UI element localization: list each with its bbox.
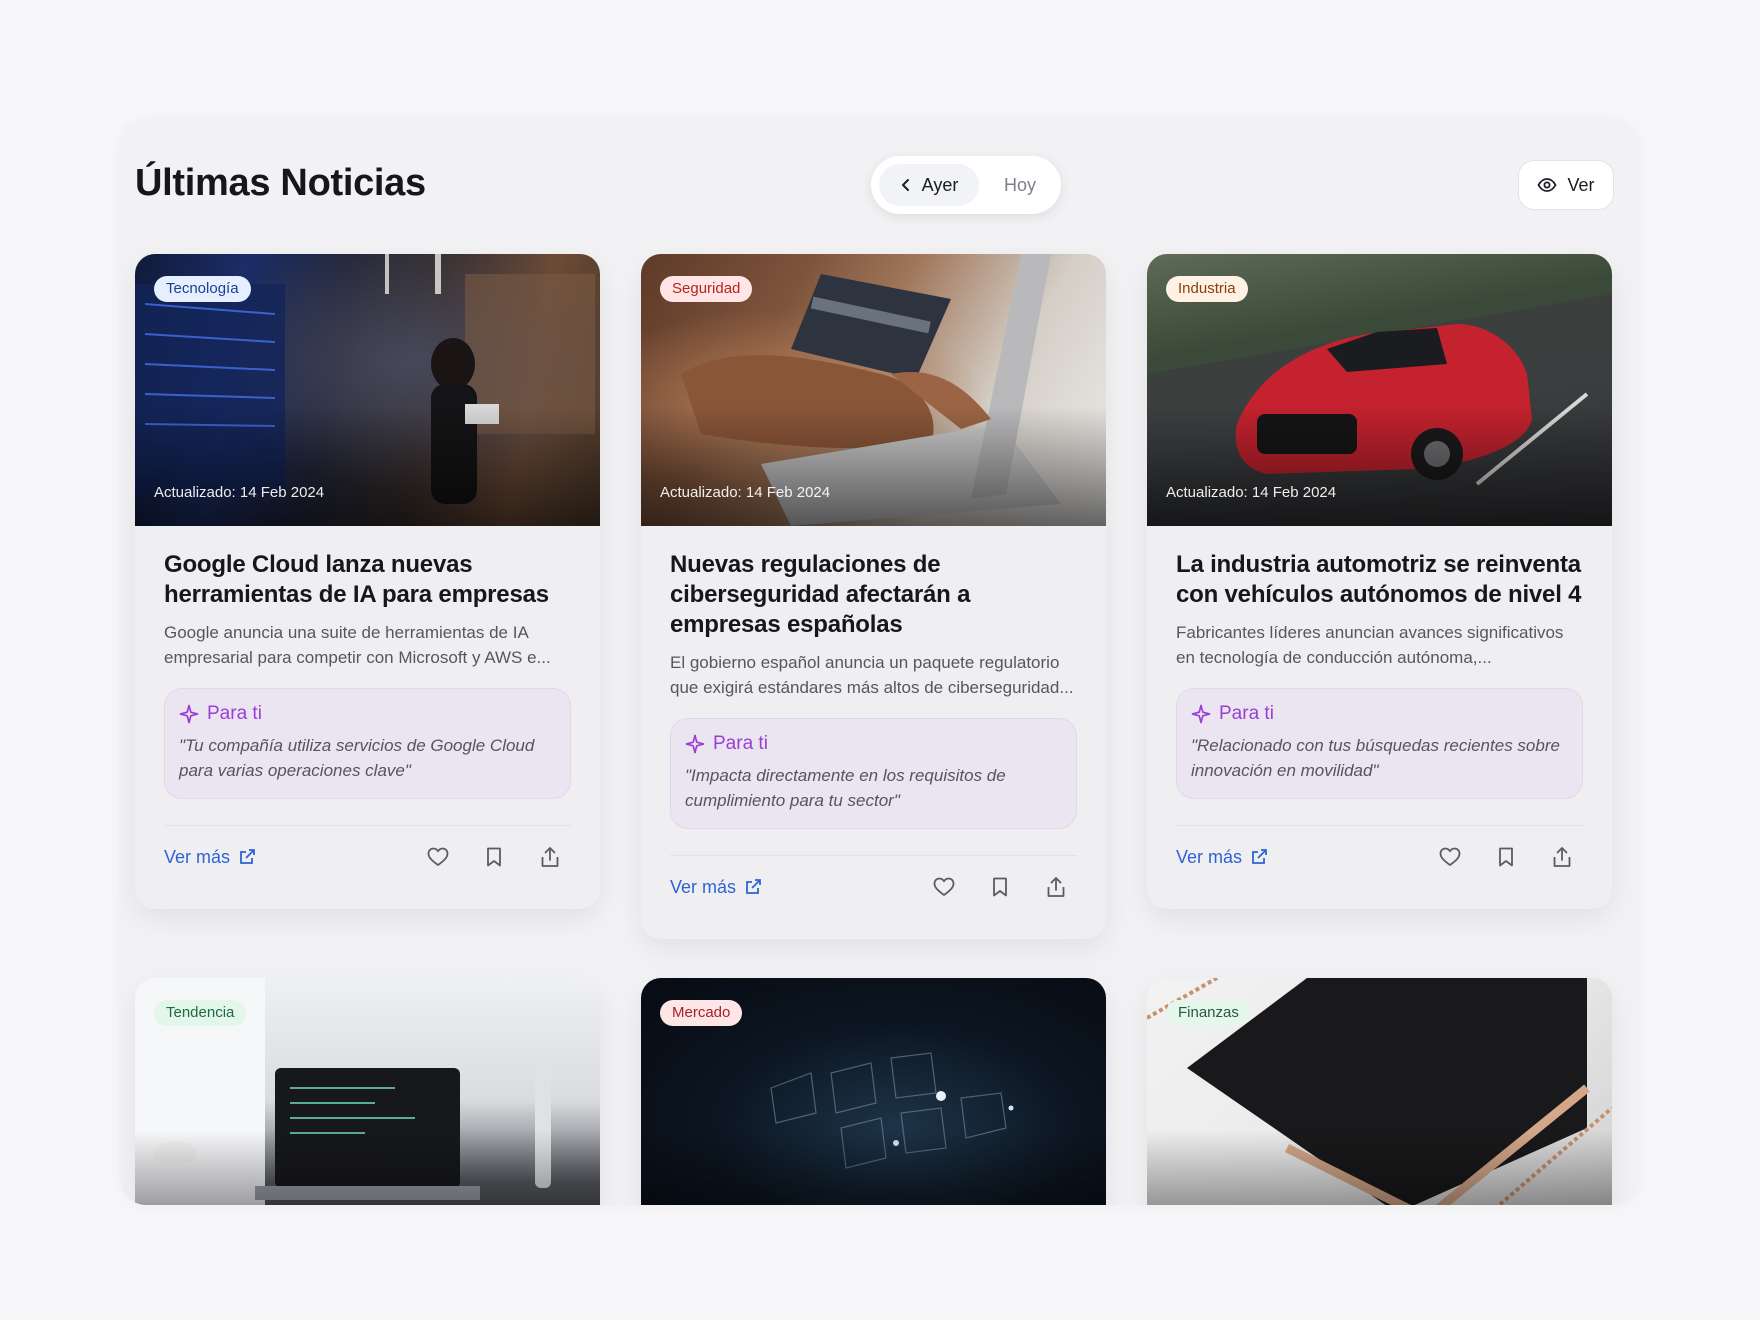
para-ti-label: Para ti	[713, 733, 768, 754]
news-image-network: Mercado	[641, 978, 1106, 1205]
toggle-hoy-button[interactable]: Hoy	[989, 164, 1051, 206]
bookmark-button[interactable]	[985, 872, 1015, 902]
day-toggle: Ayer Hoy	[871, 156, 1061, 214]
share-icon	[541, 847, 559, 867]
updated-date: Actualizado: 14 Feb 2024	[154, 484, 325, 501]
news-description: Fabricantes líderes anuncian avances sig…	[1176, 623, 1564, 667]
news-title: La industria automotriz se reinventa con…	[1176, 551, 1582, 608]
news-card-finanzas: Finanzas	[1147, 978, 1612, 1205]
category-badge: Tendencia	[154, 1000, 247, 1026]
news-image-payment: Seguridad Actualizado: 14 Feb 2024	[641, 254, 1106, 526]
category-badge: Industria	[1166, 276, 1248, 302]
news-title: Nuevas regulaciones de ciberseguridad af…	[670, 551, 971, 638]
page-title: Últimas Noticias	[135, 162, 426, 204]
updated-date: Actualizado: 14 Feb 2024	[660, 484, 831, 501]
ver-mas-link[interactable]: Ver más	[1176, 847, 1268, 868]
share-button[interactable]	[1547, 842, 1577, 872]
para-ti-reason: "Impacta directamente en los requisitos …	[685, 766, 1006, 810]
like-button[interactable]	[929, 872, 959, 902]
para-ti-label: Para ti	[207, 703, 262, 724]
bookmark-icon	[487, 847, 501, 867]
view-button[interactable]: Ver	[1518, 160, 1614, 210]
ver-mas-link[interactable]: Ver más	[164, 847, 256, 868]
news-image-laptop: Tendencia	[135, 978, 600, 1205]
news-card-seguridad: Seguridad Actualizado: 14 Feb 2024 Nueva…	[641, 254, 1106, 939]
para-ti-box: Para ti "Tu compañía utiliza servicios d…	[164, 688, 571, 799]
ver-mas-label: Ver más	[670, 876, 737, 897]
like-button[interactable]	[1435, 842, 1465, 872]
news-card-tendencia: Tendencia	[135, 978, 600, 1205]
external-link-icon	[240, 849, 255, 864]
sparkle-icon	[179, 704, 199, 724]
bookmark-icon	[1499, 847, 1513, 867]
eye-icon	[1537, 178, 1558, 192]
news-description: El gobierno español anuncia un paquete r…	[670, 653, 1074, 697]
heart-icon	[427, 847, 449, 866]
heart-icon	[1439, 847, 1461, 866]
chevron-left-icon	[901, 179, 909, 191]
ver-mas-label: Ver más	[1176, 846, 1243, 867]
category-badge: Mercado	[660, 1000, 743, 1026]
para-ti-box: Para ti "Relacionado con tus búsquedas r…	[1176, 688, 1583, 799]
sparkle-icon	[1191, 704, 1211, 724]
para-ti-reason: "Relacionado con tus búsquedas recientes…	[1191, 736, 1560, 780]
news-card-tecnologia: Tecnología Actualizado: 14 Feb 2024 Goog…	[135, 254, 600, 909]
share-button[interactable]	[1041, 872, 1071, 902]
heart-icon	[933, 877, 955, 896]
share-icon	[1047, 877, 1065, 897]
para-ti-box: Para ti "Impacta directamente en los req…	[670, 718, 1077, 829]
news-image-datacenter: Tecnología Actualizado: 14 Feb 2024	[135, 254, 600, 526]
news-image-wallet: Finanzas	[1147, 978, 1612, 1205]
toggle-ayer-button[interactable]: Ayer	[879, 164, 979, 206]
bookmark-button[interactable]	[479, 842, 509, 872]
bookmark-button[interactable]	[1491, 842, 1521, 872]
news-card-mercado: Mercado	[641, 978, 1106, 1205]
bookmark-icon	[993, 877, 1007, 897]
like-button[interactable]	[423, 842, 453, 872]
category-badge: Finanzas	[1166, 1000, 1251, 1026]
para-ti-label: Para ti	[1219, 703, 1274, 724]
ver-mas-label: Ver más	[164, 846, 231, 867]
toggle-ayer-label: Ayer	[921, 174, 959, 195]
share-button[interactable]	[535, 842, 565, 872]
news-image-car: Industria Actualizado: 14 Feb 2024	[1147, 254, 1612, 526]
updated-date: Actualizado: 14 Feb 2024	[1166, 484, 1337, 501]
external-link-icon	[746, 879, 761, 894]
news-description: Google anuncia una suite de herramientas…	[164, 623, 551, 667]
ver-mas-link[interactable]: Ver más	[670, 877, 762, 898]
category-badge: Tecnología	[154, 276, 251, 302]
external-link-icon	[1252, 849, 1267, 864]
category-badge: Seguridad	[660, 276, 753, 302]
sparkle-icon	[685, 734, 705, 754]
share-icon	[1553, 847, 1571, 867]
news-card-industria: Industria Actualizado: 14 Feb 2024 La in…	[1147, 254, 1612, 909]
news-panel: Últimas Noticias Ayer Hoy Ver Tecnología…	[119, 118, 1640, 1205]
news-title: Google Cloud lanza nuevas herramientas d…	[164, 551, 549, 608]
para-ti-reason: "Tu compañía utiliza servicios de Google…	[179, 736, 535, 780]
view-button-label: Ver	[1567, 174, 1595, 195]
